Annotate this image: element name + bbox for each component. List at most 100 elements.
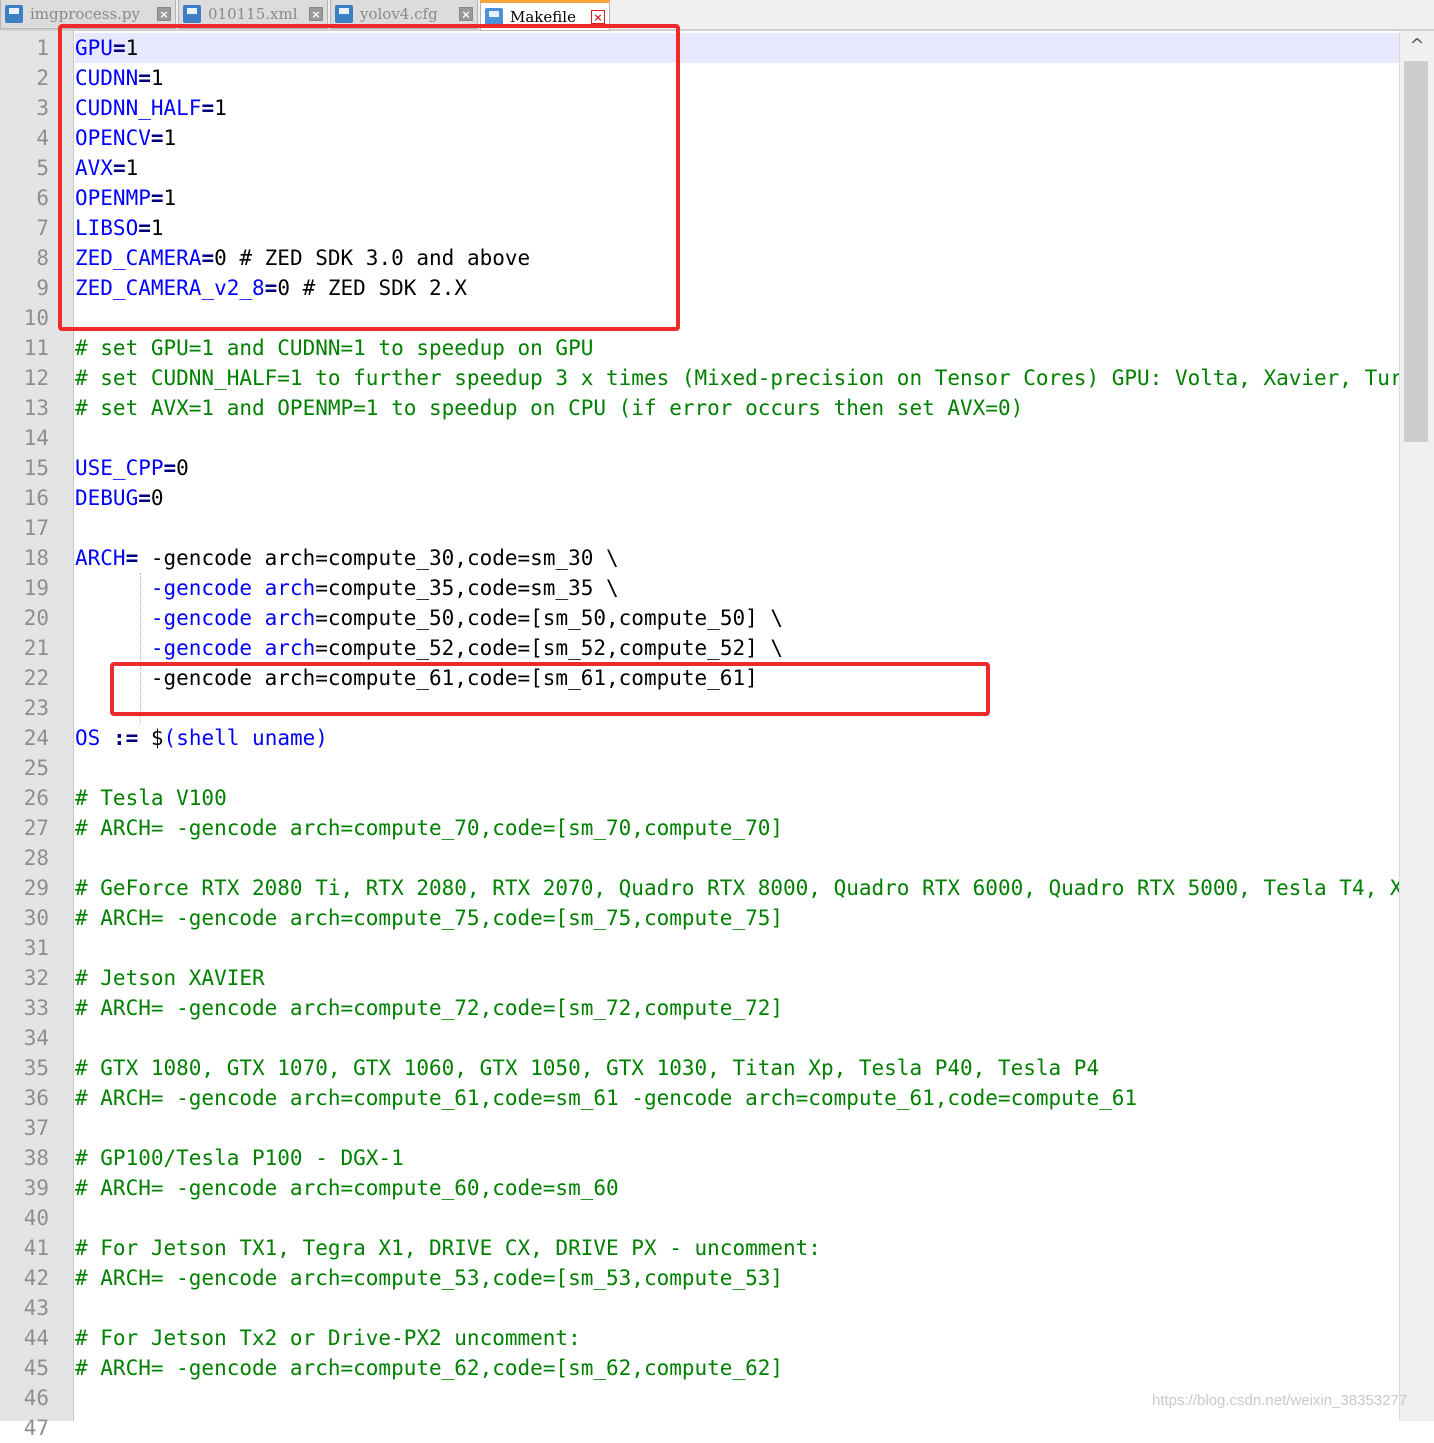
- scrollbar-thumb[interactable]: [1404, 61, 1428, 442]
- code-line[interactable]: # For Jetson TX1, Tegra X1, DRIVE CX, DR…: [75, 1233, 1399, 1263]
- code-line[interactable]: # set CUDNN_HALF=1 to further speedup 3 …: [75, 363, 1399, 393]
- code-line[interactable]: # ARCH= -gencode arch=compute_72,code=[s…: [75, 993, 1399, 1023]
- code-token: =: [163, 456, 177, 480]
- code-line[interactable]: [75, 933, 1399, 963]
- code-token: (shell uname): [163, 726, 328, 750]
- code-line[interactable]: OS := $(shell uname): [75, 723, 1399, 753]
- code-line[interactable]: -gencode arch=compute_50,code=[sm_50,com…: [75, 603, 1399, 633]
- line-number: 11: [23, 336, 49, 360]
- code-token: -gencode arch: [150, 606, 316, 630]
- line-number: 29: [23, 876, 49, 900]
- scroll-up-arrow-icon[interactable]: ^: [1400, 31, 1434, 61]
- code-line[interactable]: [75, 843, 1399, 873]
- line-number: 17: [23, 516, 49, 540]
- code-token: -gencode arch: [150, 576, 316, 600]
- code-token: # For Jetson TX1, Tegra X1, DRIVE CX, DR…: [75, 1236, 821, 1260]
- code-token: 0: [176, 456, 189, 480]
- save-disk-icon: [335, 5, 353, 23]
- code-line[interactable]: # ARCH= -gencode arch=compute_53,code=[s…: [75, 1263, 1399, 1293]
- line-number: 46: [23, 1386, 49, 1410]
- code-line[interactable]: [75, 1023, 1399, 1053]
- code-line[interactable]: -gencode arch=compute_35,code=sm_35 \: [75, 573, 1399, 603]
- code-line[interactable]: # For Jetson Tx2 or Drive-PX2 uncomment:: [75, 1323, 1399, 1353]
- line-number: 8: [36, 246, 49, 270]
- watermark: https://blog.csdn.net/weixin_38353277: [1152, 1392, 1408, 1409]
- line-number: 3: [36, 96, 49, 120]
- code-line[interactable]: [75, 513, 1399, 543]
- line-number: 37: [23, 1116, 49, 1140]
- line-number: 32: [23, 966, 49, 990]
- code-token: # Tesla V100: [75, 786, 227, 810]
- line-number: 45: [23, 1356, 49, 1380]
- code-token: # ARCH= -gencode arch=compute_53,code=[s…: [75, 1266, 784, 1290]
- highlight-box-build-options: [58, 24, 680, 331]
- code-line[interactable]: # Tesla V100: [75, 783, 1399, 813]
- line-number: 33: [23, 996, 49, 1020]
- close-tab-icon[interactable]: ×: [157, 7, 171, 21]
- code-line[interactable]: [75, 1113, 1399, 1143]
- line-number: 43: [23, 1296, 49, 1320]
- line-number: 27: [23, 816, 49, 840]
- tab-label: yolov4.cfg: [360, 5, 438, 23]
- code-token: # set GPU=1 and CUDNN=1 to speedup on GP…: [75, 336, 594, 360]
- code-line[interactable]: # set GPU=1 and CUDNN=1 to speedup on GP…: [75, 333, 1399, 363]
- code-line[interactable]: # GP100/Tesla P100 - DGX-1: [75, 1143, 1399, 1173]
- line-number: 20: [23, 606, 49, 630]
- line-number: 30: [23, 906, 49, 930]
- code-token: # set CUDNN_HALF=1 to further speedup 3 …: [75, 366, 1399, 390]
- code-line[interactable]: # GTX 1080, GTX 1070, GTX 1060, GTX 1050…: [75, 1053, 1399, 1083]
- line-number: 25: [23, 756, 49, 780]
- line-number: 47: [23, 1416, 49, 1440]
- code-line[interactable]: # ARCH= -gencode arch=compute_75,code=[s…: [75, 903, 1399, 933]
- close-tab-icon[interactable]: ×: [591, 9, 605, 24]
- line-number: 21: [23, 636, 49, 660]
- line-number: 36: [23, 1086, 49, 1110]
- line-number: 12: [23, 366, 49, 390]
- code-line[interactable]: [75, 753, 1399, 783]
- tab-label: imgprocess.py: [30, 5, 140, 23]
- code-line[interactable]: DEBUG=0: [75, 483, 1399, 513]
- code-line[interactable]: # GeForce RTX 2080 Ti, RTX 2080, RTX 207…: [75, 873, 1399, 903]
- code-line[interactable]: USE_CPP=0: [75, 453, 1399, 483]
- code-token: # For Jetson Tx2 or Drive-PX2 uncomment:: [75, 1326, 581, 1350]
- code-token: =compute_35,code=sm_35 \: [315, 576, 619, 600]
- code-token: # ARCH= -gencode arch=compute_61,code=sm…: [75, 1086, 1138, 1110]
- code-line[interactable]: # set AVX=1 and OPENMP=1 to speedup on C…: [75, 393, 1399, 423]
- code-token: # ARCH= -gencode arch=compute_60,code=sm…: [75, 1176, 619, 1200]
- line-number: 6: [36, 186, 49, 210]
- code-line[interactable]: [75, 1293, 1399, 1323]
- code-line[interactable]: [75, 1413, 1399, 1421]
- code-token: -gencode arch=compute_30,code=sm_30 \: [138, 546, 619, 570]
- code-line[interactable]: ARCH= -gencode arch=compute_30,code=sm_3…: [75, 543, 1399, 573]
- code-line[interactable]: # ARCH= -gencode arch=compute_60,code=sm…: [75, 1173, 1399, 1203]
- code-token: $: [138, 726, 164, 750]
- line-number: 13: [23, 396, 49, 420]
- save-disk-icon: [183, 5, 201, 23]
- line-number: 9: [36, 276, 49, 300]
- code-line[interactable]: [75, 423, 1399, 453]
- vertical-scrollbar[interactable]: ^: [1399, 31, 1434, 1421]
- line-number: 16: [23, 486, 49, 510]
- save-disk-icon: [485, 7, 503, 26]
- line-number: 2: [36, 66, 49, 90]
- code-token: # Jetson XAVIER: [75, 966, 265, 990]
- code-line[interactable]: -gencode arch=compute_52,code=[sm_52,com…: [75, 633, 1399, 663]
- close-tab-icon[interactable]: ×: [309, 7, 323, 21]
- code-token: # ARCH= -gencode arch=compute_70,code=[s…: [75, 816, 784, 840]
- tab-label: 010115.xml: [208, 5, 298, 23]
- code-line[interactable]: # ARCH= -gencode arch=compute_61,code=sm…: [75, 1083, 1399, 1113]
- line-number: 4: [36, 126, 49, 150]
- code-line[interactable]: # ARCH= -gencode arch=compute_70,code=[s…: [75, 813, 1399, 843]
- line-number: 26: [23, 786, 49, 810]
- code-token: # ARCH= -gencode arch=compute_62,code=[s…: [75, 1356, 784, 1380]
- save-disk-icon: [5, 5, 23, 23]
- close-tab-icon[interactable]: ×: [459, 7, 473, 21]
- code-line[interactable]: # ARCH= -gencode arch=compute_62,code=[s…: [75, 1353, 1399, 1383]
- highlight-box-arch-line: [110, 662, 990, 716]
- line-number: 14: [23, 426, 49, 450]
- line-number: 19: [23, 576, 49, 600]
- code-line[interactable]: [75, 1203, 1399, 1233]
- line-number: 40: [23, 1206, 49, 1230]
- code-line[interactable]: # Jetson XAVIER: [75, 963, 1399, 993]
